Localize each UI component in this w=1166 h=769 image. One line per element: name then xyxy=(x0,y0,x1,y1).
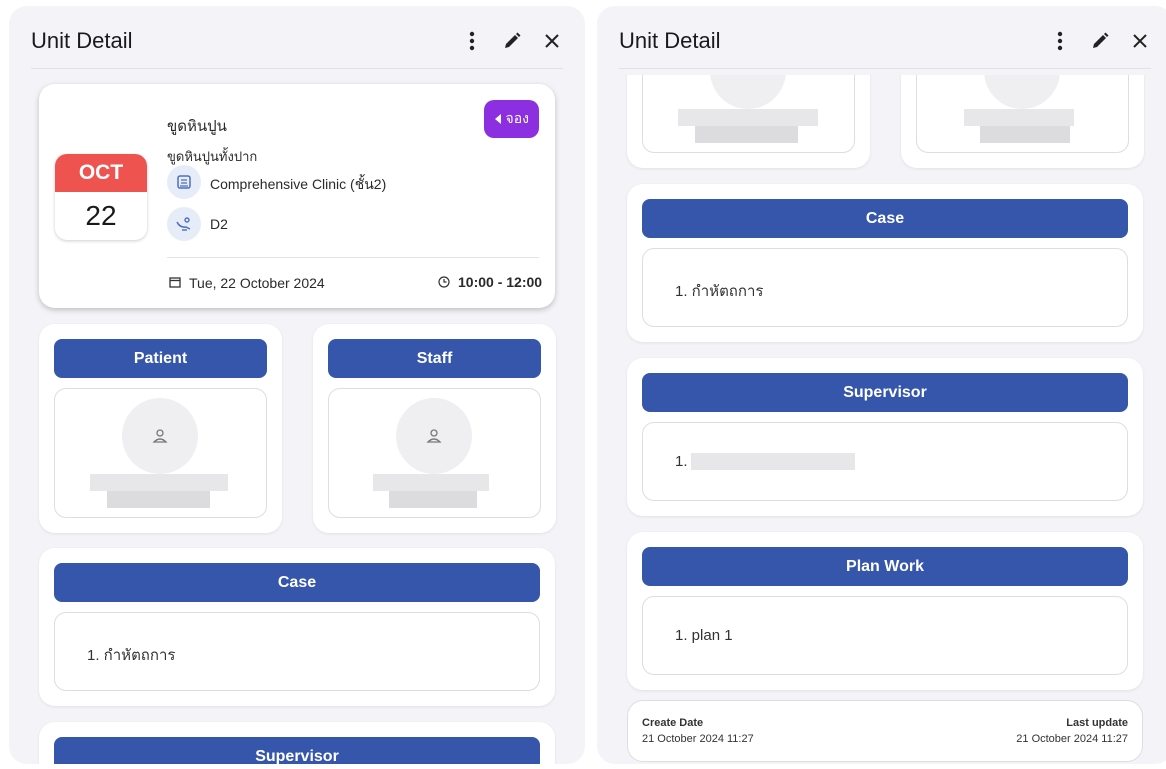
clinic-icon xyxy=(167,165,201,199)
patient-box xyxy=(54,388,267,518)
patient-avatar xyxy=(122,398,198,474)
panel-title: Unit Detail xyxy=(619,28,721,53)
supervisor-button[interactable]: Supervisor xyxy=(642,373,1128,412)
appointment-time: 10:00 - 12:00 xyxy=(458,274,543,290)
supervisor-card: Supervisor 1. xyxy=(627,358,1143,516)
case-button[interactable]: Case xyxy=(54,563,540,602)
clock-icon xyxy=(438,276,450,288)
panel-title: Unit Detail xyxy=(31,28,133,53)
case-button[interactable]: Case xyxy=(642,199,1128,238)
clinic-name: Comprehensive Clinic (ชั้น2) xyxy=(210,176,387,192)
redacted-name xyxy=(964,109,1074,126)
redacted-id xyxy=(107,491,210,508)
redacted-id xyxy=(389,491,477,508)
redacted-name xyxy=(678,109,818,126)
timestamps-footer: Create Date 21 October 2024 11:27 Last u… xyxy=(627,700,1143,762)
edit-icon[interactable] xyxy=(501,30,523,52)
patient-button[interactable]: Patient xyxy=(54,339,267,378)
staff-box xyxy=(328,388,541,518)
case-item: 1. กำหัตถการ xyxy=(87,647,176,664)
close-icon[interactable] xyxy=(541,30,563,52)
panel-header: Unit Detail xyxy=(597,6,1166,68)
unit-detail-panel-left: Unit Detail OCT 22 จอง ขูดหินปูน ขูดหินป… xyxy=(9,6,585,764)
supervisor-button[interactable]: Supervisor xyxy=(54,737,540,764)
date-month: OCT xyxy=(55,154,147,192)
plan-work-card: Plan Work 1. plan 1 xyxy=(627,532,1143,690)
plan-work-button[interactable]: Plan Work xyxy=(642,547,1128,586)
close-icon[interactable] xyxy=(1129,30,1151,52)
last-update-label: Last update xyxy=(1066,717,1128,729)
last-update-value: 21 October 2024 11:27 xyxy=(1016,733,1128,745)
appointment-card: OCT 22 จอง ขูดหินปูน ขูดหินปูนทั้งปาก Co… xyxy=(39,84,555,308)
header-divider xyxy=(31,68,563,69)
dental-chair-icon xyxy=(167,207,201,241)
staff-button[interactable]: Staff xyxy=(328,339,541,378)
plan-list: 1. plan 1 xyxy=(642,596,1128,675)
treatment-name: ขูดหินปูน xyxy=(167,118,227,135)
more-vert-icon[interactable] xyxy=(1049,30,1071,52)
supervisor-list: 1. xyxy=(642,422,1128,501)
supervisor-item: 1. xyxy=(675,453,688,470)
case-card: Case 1. กำหัตถการ xyxy=(39,548,555,706)
plan-item: 1. plan 1 xyxy=(675,627,733,644)
more-vert-icon[interactable] xyxy=(461,30,483,52)
unit-detail-panel-right: Unit Detail Case 1. กำหัตถการ Supervisor… xyxy=(597,6,1166,764)
book-button-label: จอง xyxy=(505,110,529,126)
caret-left-icon xyxy=(494,114,501,124)
redacted-name xyxy=(373,474,489,491)
date-day: 22 xyxy=(85,200,117,231)
unit-code: D2 xyxy=(210,216,228,232)
redacted-name xyxy=(90,474,228,491)
appointment-date: Tue, 22 October 2024 xyxy=(189,275,325,291)
panel-header: Unit Detail xyxy=(9,6,585,68)
case-list: 1. กำหัตถการ xyxy=(54,612,540,691)
case-list: 1. กำหัตถการ xyxy=(642,248,1128,327)
subtreatment-name: ขูดหินปูนทั้งปาก xyxy=(167,149,258,164)
redacted-id xyxy=(695,126,798,143)
patient-card: Patient xyxy=(39,324,282,533)
person-icon xyxy=(426,429,442,443)
create-date-value: 21 October 2024 11:27 xyxy=(642,733,754,745)
edit-icon[interactable] xyxy=(1089,30,1111,52)
redacted-id xyxy=(980,126,1070,143)
book-button[interactable]: จอง xyxy=(483,100,539,138)
supervisor-card: Supervisor xyxy=(39,722,555,764)
card-divider xyxy=(167,257,539,258)
create-date-label: Create Date xyxy=(642,717,704,729)
case-item: 1. กำหัตถการ xyxy=(675,283,764,300)
redacted-supervisor-name xyxy=(691,453,855,470)
calendar-icon xyxy=(169,277,181,288)
staff-avatar xyxy=(396,398,472,474)
staff-card: Staff xyxy=(313,324,556,533)
date-badge: OCT 22 xyxy=(55,154,147,240)
case-card: Case 1. กำหัตถการ xyxy=(627,184,1143,342)
person-icon xyxy=(152,429,168,443)
